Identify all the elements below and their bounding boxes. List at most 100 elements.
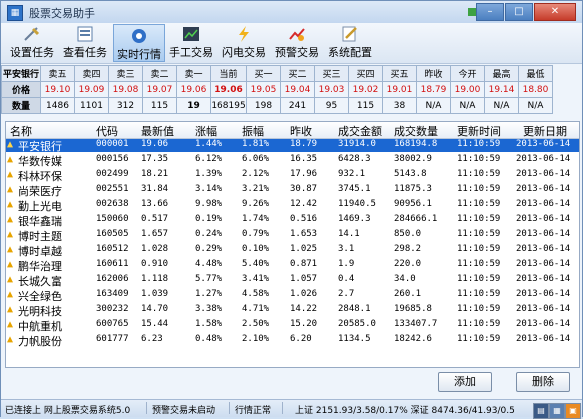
- add-button[interactable]: 添加: [438, 372, 492, 392]
- column-header[interactable]: 成交金额: [338, 123, 382, 139]
- table-cell: 鹏华治理: [18, 260, 62, 273]
- toolbar-alert-trade-button[interactable]: 预警交易: [272, 23, 322, 63]
- table-cell: 1.74%: [242, 214, 270, 224]
- column-header[interactable]: 振幅: [242, 123, 264, 139]
- table-cell: 1.58%: [195, 319, 223, 329]
- table-cell: 2013-06-14: [516, 184, 571, 194]
- column-header[interactable]: 涨幅: [195, 123, 217, 139]
- toolbar-view-task-button[interactable]: 查看任务: [60, 23, 110, 63]
- qty-cell: 1486: [40, 97, 75, 114]
- table-cell: 6.20: [290, 334, 312, 344]
- toolbar-system-config-button[interactable]: 系统配置: [325, 23, 375, 63]
- table-cell: 220.0: [394, 259, 422, 269]
- table-cell: 2013-06-14: [516, 289, 571, 299]
- up-arrow-icon: ▲: [7, 244, 14, 255]
- table-cell: 9.26%: [242, 199, 270, 209]
- delete-button[interactable]: 删除: [516, 372, 570, 392]
- quote-table: 平安银行 卖五 卖四 卖三 卖二 卖一 当前 买一 买二 买三 买四 买五 昨收…: [1, 65, 553, 114]
- table-cell: 1.27%: [195, 289, 223, 299]
- qty-cell: N/A: [416, 97, 451, 114]
- table-cell: 19685.8: [394, 304, 432, 314]
- price-cell: 19.03: [314, 81, 349, 98]
- up-arrow-icon: ▲: [7, 169, 14, 180]
- table-cell: 勤上光电: [18, 200, 62, 213]
- table-cell: 2013-06-14: [516, 244, 571, 254]
- price-cell: 19.00: [450, 81, 485, 98]
- table-row[interactable]: ▲ 鹏华治理 160611 0.910 4.48% 5.40% 0.871 1.9 220.0 1…: [6, 259, 579, 273]
- price-cell: 19.08: [108, 81, 143, 98]
- up-arrow-icon: ▲: [7, 199, 14, 210]
- table-cell: 20585.0: [338, 319, 376, 329]
- minimize-button[interactable]: –: [476, 3, 504, 21]
- column-header[interactable]: 昨收: [290, 123, 312, 139]
- column-header[interactable]: 成交数量: [394, 123, 438, 139]
- toolbar-lightning-trade-button[interactable]: 闪电交易: [219, 23, 269, 63]
- quote-header-cell: 买一: [246, 65, 281, 82]
- column-header[interactable]: 代码: [96, 123, 118, 139]
- table-cell: 11:10:59: [457, 289, 501, 299]
- close-button[interactable]: ✕: [534, 3, 576, 21]
- table-row[interactable]: ▲ 华数传媒 000156 17.35 6.12% 6.06% 16.35 6428.3 380…: [6, 154, 579, 168]
- table-row[interactable]: ▲ 勤上光电 002638 13.66 9.98% 9.26% 12.42 11940.5 90…: [6, 199, 579, 213]
- table-cell: 2013-06-14: [516, 304, 571, 314]
- status-market: 行情正常: [235, 406, 272, 416]
- qty-cell: 115: [142, 97, 177, 114]
- toolbar-manual-trade-button[interactable]: 手工交易: [166, 23, 216, 63]
- qty-cell: 38: [382, 97, 417, 114]
- table-cell: 11:10:59: [457, 244, 501, 254]
- table-cell: 6.23: [141, 334, 163, 344]
- qty-cell: N/A: [484, 97, 519, 114]
- price-cell: 19.05: [246, 81, 281, 98]
- table-cell: 0.517: [141, 214, 169, 224]
- table-cell: 000001: [96, 139, 129, 149]
- table-cell: 2013-06-14: [516, 259, 571, 269]
- toolbar-settings-task-button[interactable]: 设置任务: [7, 23, 57, 63]
- qty-cell: 19: [176, 97, 211, 114]
- column-header[interactable]: 名称: [10, 123, 32, 139]
- table-cell: 2.12%: [242, 169, 270, 179]
- table-cell: 力帆股份: [18, 335, 62, 348]
- up-arrow-icon: ▲: [7, 319, 14, 330]
- qty-cell: 241: [280, 97, 315, 114]
- toolbar-realtime-quote-button[interactable]: 实时行情: [113, 24, 165, 62]
- table-cell: 2013-06-14: [516, 334, 571, 344]
- table-row[interactable]: ▲ 博时卓越 160512 1.028 0.29% 0.10% 1.025 3.1 298.2 1…: [6, 244, 579, 258]
- price-cell: 18.80: [518, 81, 553, 98]
- table-row[interactable]: ▲ 中航重机 600765 15.44 1.58% 2.50% 15.20 20585.0 13…: [6, 319, 579, 333]
- table-cell: 18242.6: [394, 334, 432, 344]
- table-row[interactable]: ▲ 银华鑫瑞 150060 0.517 0.19% 1.74% 0.516 1469.3 284…: [6, 214, 579, 228]
- maximize-button[interactable]: □: [505, 3, 533, 21]
- table-row[interactable]: ▲ 光明科技 300232 14.70 3.38% 4.71% 14.22 2848.1 196…: [6, 304, 579, 318]
- table-cell: 600765: [96, 319, 129, 329]
- table-cell: 150060: [96, 214, 129, 224]
- table-row[interactable]: ▲ 平安银行 000001 19.06 1.44% 1.81% 18.79 31914.0 16…: [6, 139, 579, 153]
- table-cell: 华数传媒: [18, 155, 62, 168]
- table-row[interactable]: ▲ 尚荣医疗 002551 31.84 3.14% 3.21% 30.87 3745.1 118…: [6, 184, 579, 198]
- quote-header-cell: 卖一: [176, 65, 211, 82]
- table-cell: 0.19%: [195, 214, 223, 224]
- table-cell: 3.14%: [195, 184, 223, 194]
- table-cell: 3.38%: [195, 304, 223, 314]
- table-row[interactable]: ▲ 兴全绿色 163409 1.039 1.27% 4.58% 1.026 2.7 260.1 1…: [6, 289, 579, 303]
- quote-header-cell: 买二: [280, 65, 315, 82]
- quote-header-cell: 卖四: [74, 65, 109, 82]
- table-row[interactable]: ▲ 长城久富 162006 1.118 5.77% 3.41% 1.057 0.4 34.0 11…: [6, 274, 579, 288]
- table-cell: 16.35: [290, 154, 318, 164]
- settings-task-icon: [23, 26, 41, 42]
- column-header[interactable]: 最新值: [141, 123, 174, 139]
- qty-cell: 115: [348, 97, 383, 114]
- price-cell: 19.02: [348, 81, 383, 98]
- table-cell: 2013-06-14: [516, 154, 571, 164]
- table-row[interactable]: ▲ 力帆股份 601777 6.23 0.48% 2.10% 6.20 1134.5 18242…: [6, 334, 579, 348]
- up-arrow-icon: ▲: [7, 259, 14, 270]
- table-cell: 4.71%: [242, 304, 270, 314]
- qty-cell: 168195: [210, 97, 247, 114]
- table-cell: 0.79%: [242, 229, 270, 239]
- qty-cell: N/A: [518, 97, 553, 114]
- column-header[interactable]: 更新日期: [523, 123, 567, 139]
- table-row[interactable]: ▲ 科林环保 002499 18.21 1.39% 2.12% 17.96 932.1 5143…: [6, 169, 579, 183]
- table-cell: 15.44: [141, 319, 169, 329]
- column-header[interactable]: 更新时间: [457, 123, 501, 139]
- table-row[interactable]: ▲ 博时主题 160505 1.657 0.24% 0.79% 1.653 14.1 850.0…: [6, 229, 579, 243]
- table-cell: 90956.1: [394, 199, 432, 209]
